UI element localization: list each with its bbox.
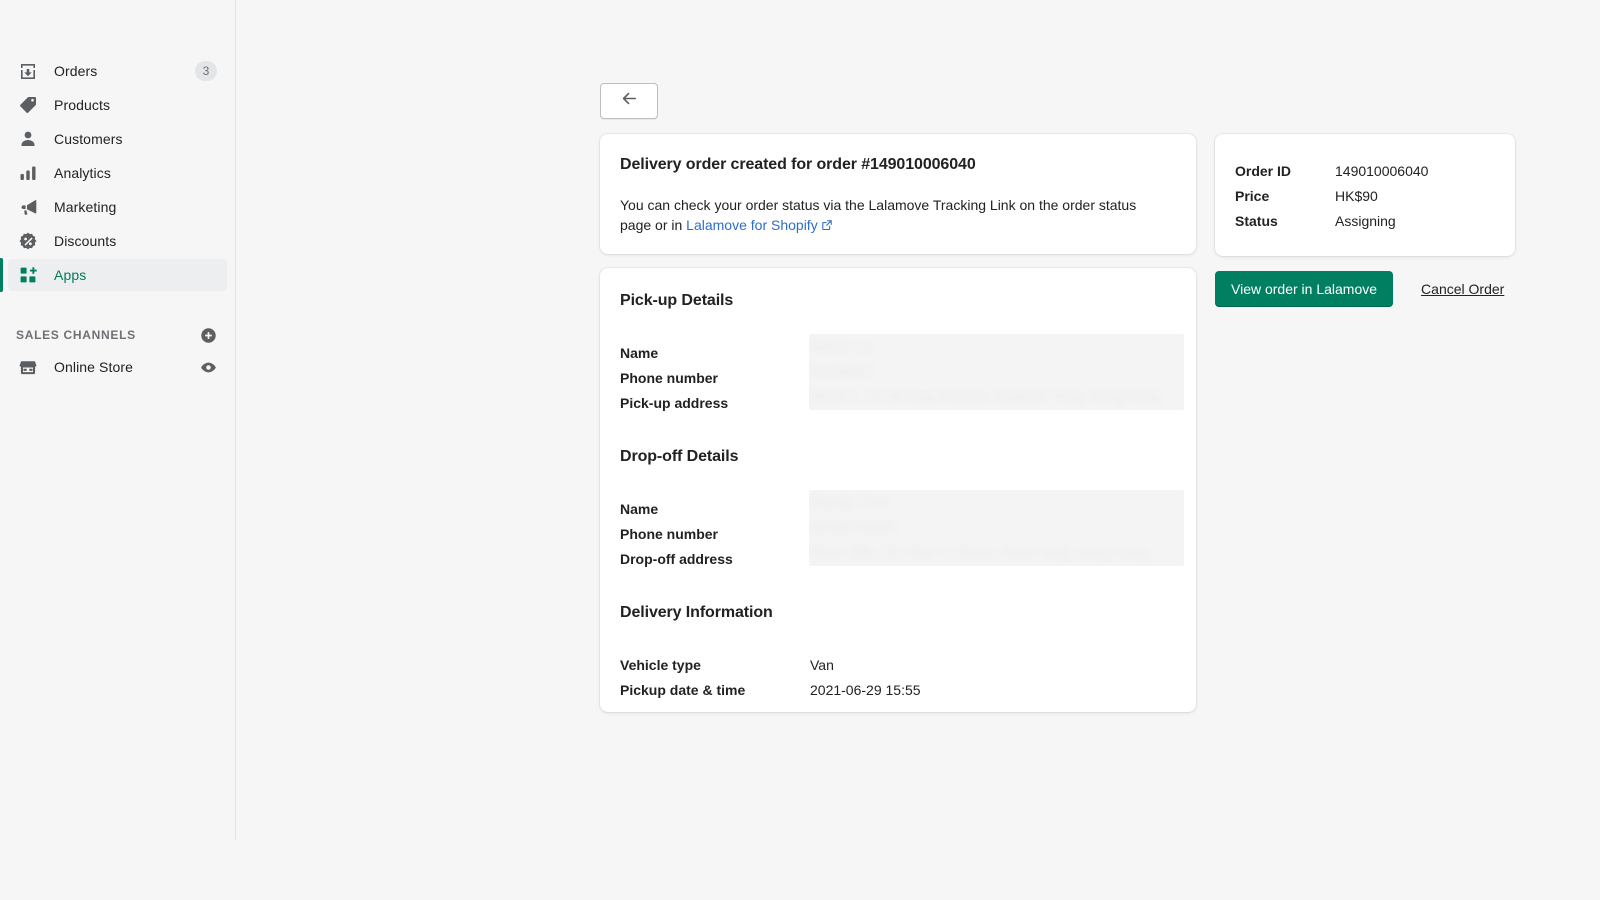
store-icon	[16, 357, 40, 377]
status-value: Assigning	[1335, 213, 1396, 229]
pickup-name-row: Name	[620, 340, 810, 365]
pickup-datetime-row: Pickup date & time 2021-06-29 15:55	[620, 677, 921, 702]
apps-icon	[16, 265, 40, 285]
pickup-details-title: Pick-up Details	[620, 292, 733, 310]
price-value: HK$90	[1335, 188, 1378, 204]
dropoff-phone-value: 85298765432	[809, 515, 1184, 540]
dropoff-name-row: Name	[620, 496, 810, 521]
sidebar-item-label: Apps	[54, 267, 86, 283]
vehicle-type-label: Vehicle type	[620, 657, 810, 673]
pickup-name-label: Name	[620, 345, 810, 361]
sidebar-item-label: Discounts	[54, 233, 116, 249]
link-label: Lalamove for Shopify	[686, 217, 818, 233]
sidebar-item-label: Products	[54, 97, 110, 113]
dropoff-name-label: Name	[620, 501, 810, 517]
marketing-icon	[16, 197, 40, 217]
order-id-value: 149010006040	[1335, 163, 1428, 179]
sidebar-item-apps[interactable]: Apps	[8, 259, 227, 291]
dropoff-details-rows: Name Phone number Drop-off address	[620, 496, 810, 571]
analytics-icon	[16, 163, 40, 183]
discounts-icon	[16, 231, 40, 251]
customers-icon	[16, 129, 40, 149]
dropoff-name-value: Mandy Chan	[809, 490, 1184, 515]
view-order-in-lalamove-button[interactable]: View order in Lalamove	[1215, 271, 1393, 307]
order-actions: View order in Lalamove Cancel Order	[1215, 271, 1504, 307]
sidebar-item-label: Marketing	[54, 199, 116, 215]
lalamove-for-shopify-link[interactable]: Lalamove for Shopify	[686, 217, 833, 233]
pickup-phone-label: Phone number	[620, 370, 810, 386]
sidebar-item-analytics[interactable]: Analytics	[8, 157, 227, 189]
dropoff-phone-row: Phone number	[620, 521, 810, 546]
app-window: Orders 3 Products Customers Analytic	[0, 0, 1600, 900]
dropoff-phone-label: Phone number	[620, 526, 810, 542]
price-row: Price HK$90	[1235, 183, 1428, 208]
price-label: Price	[1235, 188, 1335, 204]
dropoff-address-value: Room 8/B, 181 Wai Fu Street, Kwun Tong, …	[809, 540, 1184, 565]
sidebar-item-label: Customers	[54, 131, 123, 147]
dropoff-values-masked: Mandy Chan 85298765432 Room 8/B, 181 Wai…	[809, 490, 1184, 566]
pickup-details-rows: Name Phone number Pick-up address	[620, 340, 810, 415]
pickup-name-value: Admin Lai	[809, 334, 1184, 359]
pickup-datetime-value: 2021-06-29 15:55	[810, 682, 921, 698]
cancel-order-link[interactable]: Cancel Order	[1421, 281, 1504, 297]
sidebar-item-label: Orders	[54, 63, 97, 79]
main-content: Delivery order created for order #149010…	[236, 62, 1600, 900]
products-icon	[16, 95, 40, 115]
pickup-address-row: Pick-up address	[620, 390, 810, 415]
vehicle-type-value: Van	[810, 657, 834, 673]
order-id-row: Order ID 149010006040	[1235, 158, 1428, 183]
arrow-left-icon	[620, 89, 639, 113]
sales-channels-header: SALES CHANNELS	[8, 323, 227, 347]
sidebar-item-label: Online Store	[54, 359, 133, 375]
banner-title: Delivery order created for order #149010…	[620, 156, 976, 174]
plus-circle-icon[interactable]	[200, 327, 217, 344]
dropoff-address-label: Drop-off address	[620, 551, 810, 567]
orders-count-badge: 3	[195, 61, 217, 81]
orders-icon	[16, 61, 40, 81]
delivery-details-card: Pick-up Details Name Phone number Pick-u…	[600, 268, 1196, 712]
sidebar-item-marketing[interactable]: Marketing	[8, 191, 227, 223]
sidebar-item-products[interactable]: Products	[8, 89, 227, 121]
pickup-values-masked: Admin Lai 61234567 Block 1, 19 Tai Kwai …	[809, 334, 1184, 410]
sidebar-item-customers[interactable]: Customers	[8, 123, 227, 155]
status-row: Status Assigning	[1235, 208, 1428, 233]
banner-body: You can check your order status via the …	[620, 195, 1160, 236]
delivery-information-title: Delivery Information	[620, 604, 773, 622]
pickup-datetime-label: Pickup date & time	[620, 682, 810, 698]
dropoff-details-title: Drop-off Details	[620, 448, 738, 466]
order-id-label: Order ID	[1235, 163, 1335, 179]
status-label: Status	[1235, 213, 1335, 229]
pickup-phone-value: 61234567	[809, 359, 1184, 384]
external-link-icon	[821, 216, 833, 236]
order-summary-card: Order ID 149010006040 Price HK$90 Status…	[1215, 134, 1515, 256]
sidebar-item-discounts[interactable]: Discounts	[8, 225, 227, 257]
sidebar-item-label: Analytics	[54, 165, 111, 181]
sidebar-nav-list: Orders 3 Products Customers Analytic	[0, 0, 235, 383]
back-button[interactable]	[600, 83, 658, 119]
pickup-phone-row: Phone number	[620, 365, 810, 390]
pickup-address-label: Pick-up address	[620, 395, 810, 411]
delivery-created-banner: Delivery order created for order #149010…	[600, 134, 1196, 254]
eye-icon[interactable]	[200, 359, 217, 376]
order-summary-rows: Order ID 149010006040 Price HK$90 Status…	[1235, 158, 1428, 233]
sales-channels-title: SALES CHANNELS	[16, 328, 136, 342]
sidebar: Orders 3 Products Customers Analytic	[0, 0, 236, 840]
sidebar-item-orders[interactable]: Orders 3	[8, 55, 227, 87]
pickup-address-value: Block 1, 19 Tai Kwai Avenue, Kowloon Ton…	[809, 384, 1184, 409]
sidebar-item-online-store[interactable]: Online Store	[8, 351, 227, 383]
vehicle-type-row: Vehicle type Van	[620, 652, 921, 677]
dropoff-address-row: Drop-off address	[620, 546, 810, 571]
delivery-information-rows: Vehicle type Van Pickup date & time 2021…	[620, 652, 921, 702]
